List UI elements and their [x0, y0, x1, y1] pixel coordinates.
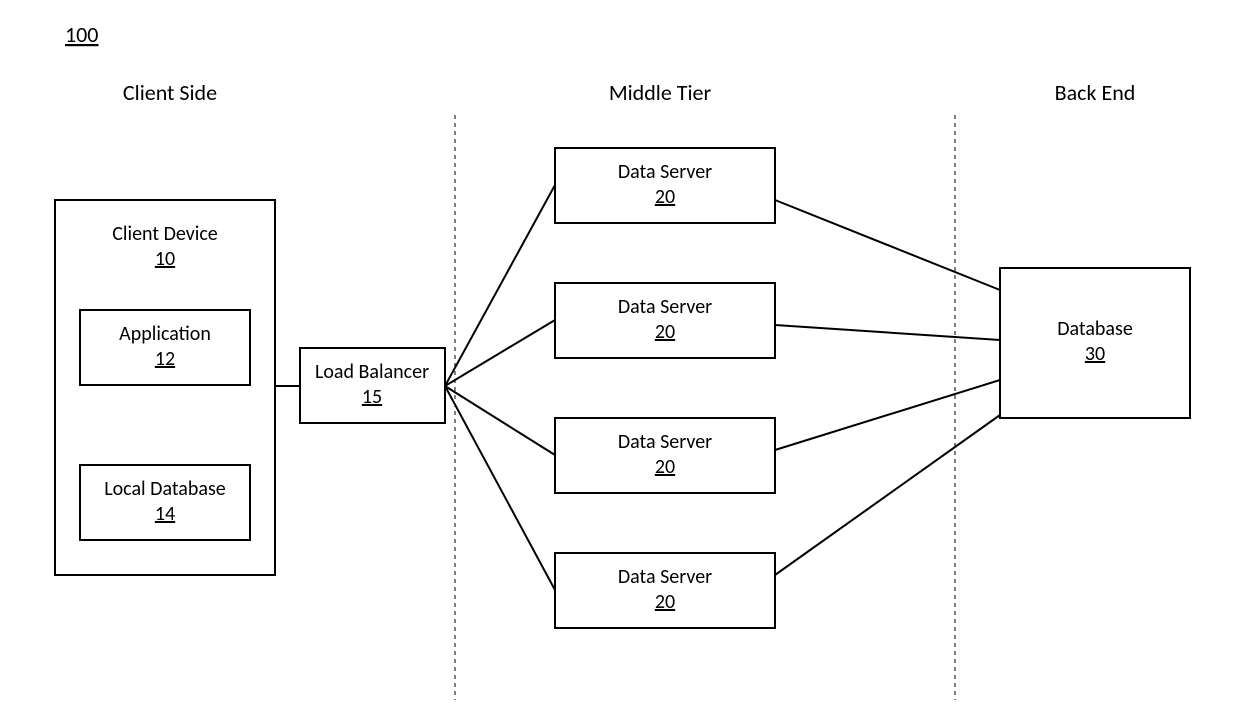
- connector-ds2-to-db: [775, 325, 1000, 340]
- connector-lb-to-ds4: [445, 386, 555, 590]
- client-device-ref: 10: [155, 247, 175, 271]
- connector-ds1-to-db: [775, 200, 1000, 290]
- data-server-1-ref: 20: [655, 185, 675, 209]
- data-server-3-ref: 20: [655, 455, 675, 479]
- data-server-2-label: Data Server: [618, 295, 712, 319]
- load-balancer-label: Load Balancer: [315, 360, 429, 384]
- database-ref: 30: [1085, 342, 1105, 366]
- tier-header-client: Client Side: [123, 79, 217, 106]
- figure-number: 100: [65, 21, 98, 48]
- client-device-block: Client Device 10 Application 12 Local Da…: [55, 200, 275, 575]
- application-label: Application: [119, 322, 211, 346]
- load-balancer-block: Load Balancer 15: [300, 348, 445, 423]
- data-server-4-block: Data Server 20: [555, 553, 775, 628]
- client-device-label: Client Device: [112, 222, 218, 246]
- data-server-1-block: Data Server 20: [555, 148, 775, 223]
- tier-header-back: Back End: [1055, 79, 1136, 106]
- data-server-2-block: Data Server 20: [555, 283, 775, 358]
- database-label: Database: [1057, 317, 1133, 341]
- connector-lb-to-ds1: [445, 185, 555, 386]
- application-ref: 12: [155, 347, 175, 371]
- connector-lb-to-ds2: [445, 320, 555, 386]
- architecture-diagram: 100 Client Side Middle Tier Back End Cli…: [0, 0, 1240, 721]
- data-server-1-label: Data Server: [618, 160, 712, 184]
- data-server-4-label: Data Server: [618, 565, 712, 589]
- connector-lb-to-ds3: [445, 386, 555, 455]
- load-balancer-ref: 15: [362, 385, 382, 409]
- tier-header-middle: Middle Tier: [609, 79, 712, 106]
- database-block: Database 30: [1000, 268, 1190, 418]
- local-database-block: Local Database 14: [80, 465, 250, 540]
- data-server-2-ref: 20: [655, 320, 675, 344]
- local-database-ref: 14: [155, 502, 175, 526]
- data-server-3-label: Data Server: [618, 430, 712, 454]
- local-database-label: Local Database: [104, 477, 226, 501]
- application-block: Application 12: [80, 310, 250, 385]
- data-server-3-block: Data Server 20: [555, 418, 775, 493]
- data-server-4-ref: 20: [655, 590, 675, 614]
